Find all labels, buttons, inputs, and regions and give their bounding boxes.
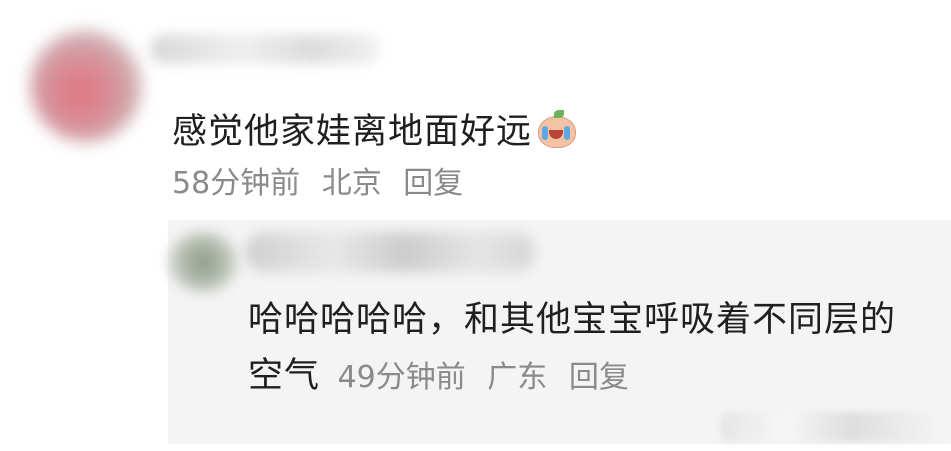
reply-meta: 49分钟前 广东 回复 bbox=[328, 360, 641, 395]
commenter-name-blurred[interactable] bbox=[150, 34, 380, 64]
reply-reply-button[interactable]: 回复 bbox=[569, 360, 629, 395]
replier-name-blurred[interactable] bbox=[245, 232, 535, 272]
commenter-avatar[interactable] bbox=[30, 30, 142, 142]
replier-avatar[interactable] bbox=[168, 232, 238, 292]
comment-reply-button[interactable]: 回复 bbox=[403, 166, 463, 201]
reply-time: 49分钟前 bbox=[337, 360, 466, 395]
comment-body: 感觉他家娃离地面好远 bbox=[172, 103, 577, 154]
crying-laughing-peach-icon bbox=[536, 110, 577, 148]
comment-meta: 58分钟前 北京 回复 bbox=[172, 158, 475, 202]
watermark-blurred bbox=[720, 412, 940, 442]
comment-location: 北京 bbox=[321, 166, 382, 201]
reply-location: 广东 bbox=[487, 360, 548, 395]
comment-text: 感觉他家娃离地面好远 bbox=[172, 112, 533, 152]
reply-body: 哈哈哈哈哈，和其他宝宝呼吸着不同层的空气 49分钟前 广东 回复 bbox=[248, 292, 928, 406]
comment-time: 58分钟前 bbox=[172, 166, 301, 201]
